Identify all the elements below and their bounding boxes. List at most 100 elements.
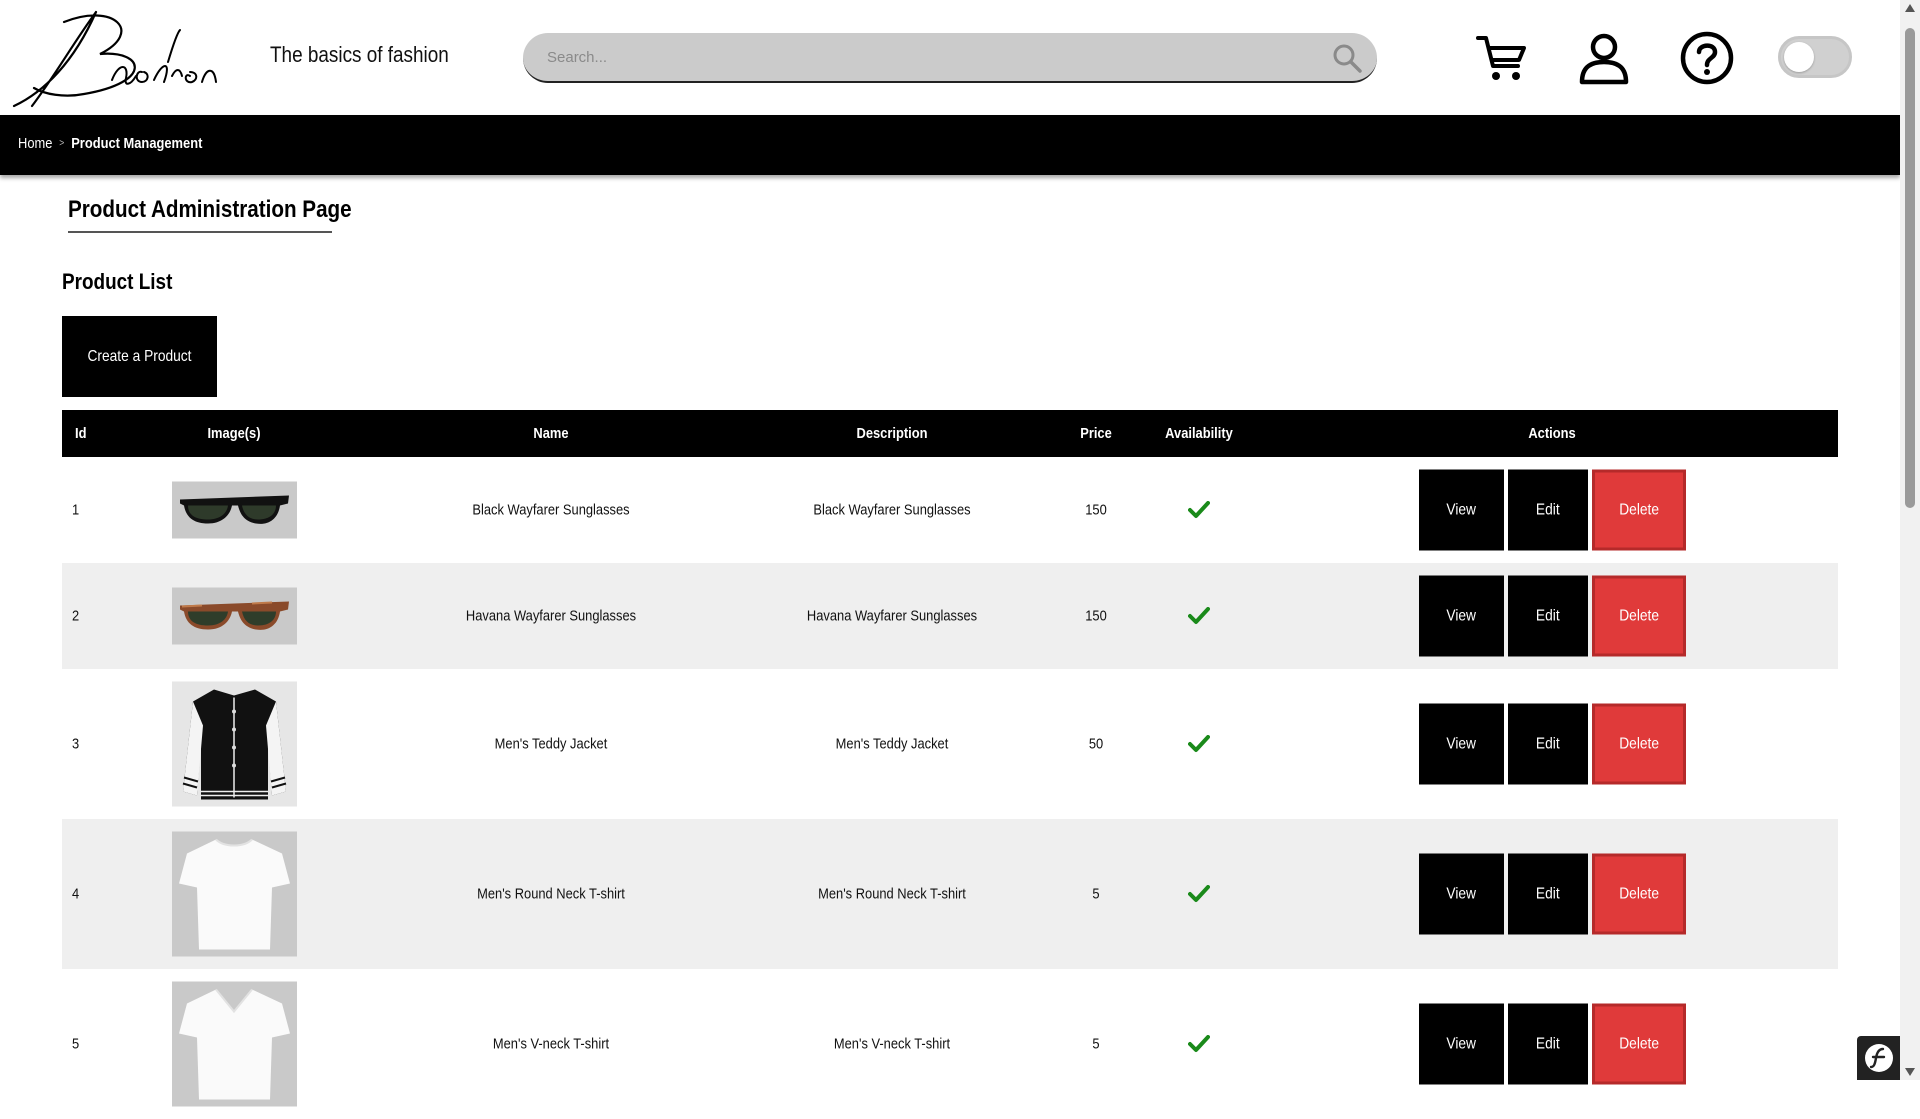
availability-check-icon [1188,501,1210,518]
cell-id: 1 [72,501,80,519]
col-header-images: Image(s) [207,425,261,442]
breadcrumb-current: Product Management [71,135,203,152]
theme-toggle[interactable] [1778,36,1852,78]
cell-id: 2 [72,607,80,625]
view-label: View [1446,735,1477,752]
page-title: Product Administration Page [68,196,352,223]
availability-check-icon [1188,607,1210,624]
edit-button[interactable]: Edit [1508,703,1588,785]
scroll-up-arrow[interactable] [1905,4,1915,12]
delete-button[interactable]: Delete [1592,1003,1686,1085]
view-button[interactable]: View [1419,703,1504,785]
delete-label: Delete [1619,1035,1659,1052]
edit-button[interactable]: Edit [1508,1003,1588,1085]
help-icon[interactable] [1679,30,1735,86]
toggle-knob [1784,42,1814,72]
availability-check-icon [1188,885,1210,902]
title-underline [68,231,332,233]
delete-label: Delete [1619,885,1659,902]
view-button[interactable]: View [1419,853,1504,935]
view-label: View [1446,1035,1477,1052]
cell-id: 3 [72,735,80,753]
cell-price: 50 [1088,735,1104,753]
breadcrumb: Home > Product Management [18,135,202,152]
cart-icon[interactable] [1474,30,1530,86]
product-image-sunglasses-black[interactable] [172,481,297,539]
cell-description: Havana Wayfarer Sunglasses [806,607,978,625]
view-button[interactable]: View [1419,1003,1504,1085]
search-input[interactable] [545,33,1309,81]
delete-button[interactable]: Delete [1592,575,1686,657]
symfony-icon [1865,1044,1893,1072]
table-row: 3 Men's Teddy Jacket Men's Teddy Jacket … [62,669,1838,819]
table-row: 5 Men's V-neck T-shirt Men's V-neck T-sh… [62,969,1838,1119]
cell-price: 150 [1085,607,1107,625]
delete-label: Delete [1619,607,1659,624]
user-icon[interactable] [1576,30,1632,86]
cell-price: 5 [1092,885,1100,903]
create-product-label: Create a Product [87,347,192,365]
scrollbar-thumb[interactable] [1905,28,1915,508]
product-image-round-neck-tshirt[interactable] [172,831,297,957]
breadcrumb-bar: Home > Product Management [0,115,1900,175]
delete-label: Delete [1619,735,1659,752]
edit-button[interactable]: Edit [1508,853,1588,935]
edit-button[interactable]: Edit [1508,575,1588,657]
search-bar[interactable] [523,33,1377,83]
cell-name: Men's V-neck T-shirt [492,1035,610,1053]
create-product-button[interactable]: Create a Product [62,316,217,397]
product-image-sunglasses-havana[interactable] [172,587,297,645]
product-image-v-neck-tshirt[interactable] [172,981,297,1107]
table-row: 2 Havana Wayfarer Sunglasses Havana Wayf… [62,563,1838,669]
view-label: View [1446,607,1477,624]
section-title: Product List [62,269,173,294]
edit-label: Edit [1536,885,1560,902]
cell-description: Men's Teddy Jacket [835,735,949,753]
delete-button[interactable]: Delete [1592,853,1686,935]
cell-id: 5 [72,1035,80,1053]
col-header-description: Description [856,425,928,442]
edit-label: Edit [1536,607,1560,624]
view-button[interactable]: View [1419,469,1504,551]
table-row: 4 Men's Round Neck T-shirt Men's Round N… [62,819,1838,969]
availability-check-icon [1188,735,1210,752]
availability-check-icon [1188,1035,1210,1052]
product-image-teddy-jacket[interactable] [172,681,297,807]
col-header-id: Id [75,425,87,442]
scroll-down-arrow[interactable] [1905,1068,1915,1076]
view-label: View [1446,501,1477,518]
page-scrollbar[interactable] [1900,0,1920,1080]
symfony-toolbar-toggle[interactable] [1857,1036,1901,1080]
cell-id: 4 [72,885,80,903]
edit-button[interactable]: Edit [1508,469,1588,551]
table-header: Id Image(s) Name Description Price Avail… [62,410,1838,457]
search-icon[interactable] [1331,42,1363,74]
cell-description: Black Wayfarer Sunglasses [813,501,971,519]
breadcrumb-separator: > [59,138,65,149]
cell-price: 5 [1092,1035,1100,1053]
edit-label: Edit [1536,501,1560,518]
col-header-price: Price [1080,425,1112,442]
cell-name: Men's Teddy Jacket [494,735,608,753]
site-slogan: The basics of fashion [270,42,449,67]
delete-label: Delete [1619,501,1659,518]
delete-button[interactable]: Delete [1592,703,1686,785]
cell-name: Havana Wayfarer Sunglasses [465,607,637,625]
cell-name: Black Wayfarer Sunglasses [472,501,630,519]
breadcrumb-home-link[interactable]: Home [18,135,52,152]
view-label: View [1446,885,1477,902]
cell-description: Men's V-neck T-shirt [833,1035,951,1053]
col-header-actions: Actions [1528,425,1576,442]
cell-price: 150 [1085,501,1107,519]
col-header-availability: Availability [1165,425,1233,442]
view-button[interactable]: View [1419,575,1504,657]
col-header-name: Name [533,425,569,442]
edit-label: Edit [1536,1035,1560,1052]
site-header: The basics of fashion [0,0,1900,115]
cell-description: Men's Round Neck T-shirt [818,885,966,903]
bashion-logo[interactable] [4,2,236,112]
cell-name: Men's Round Neck T-shirt [477,885,625,903]
edit-label: Edit [1536,735,1560,752]
product-table: Id Image(s) Name Description Price Avail… [62,410,1838,1119]
delete-button[interactable]: Delete [1592,469,1686,551]
